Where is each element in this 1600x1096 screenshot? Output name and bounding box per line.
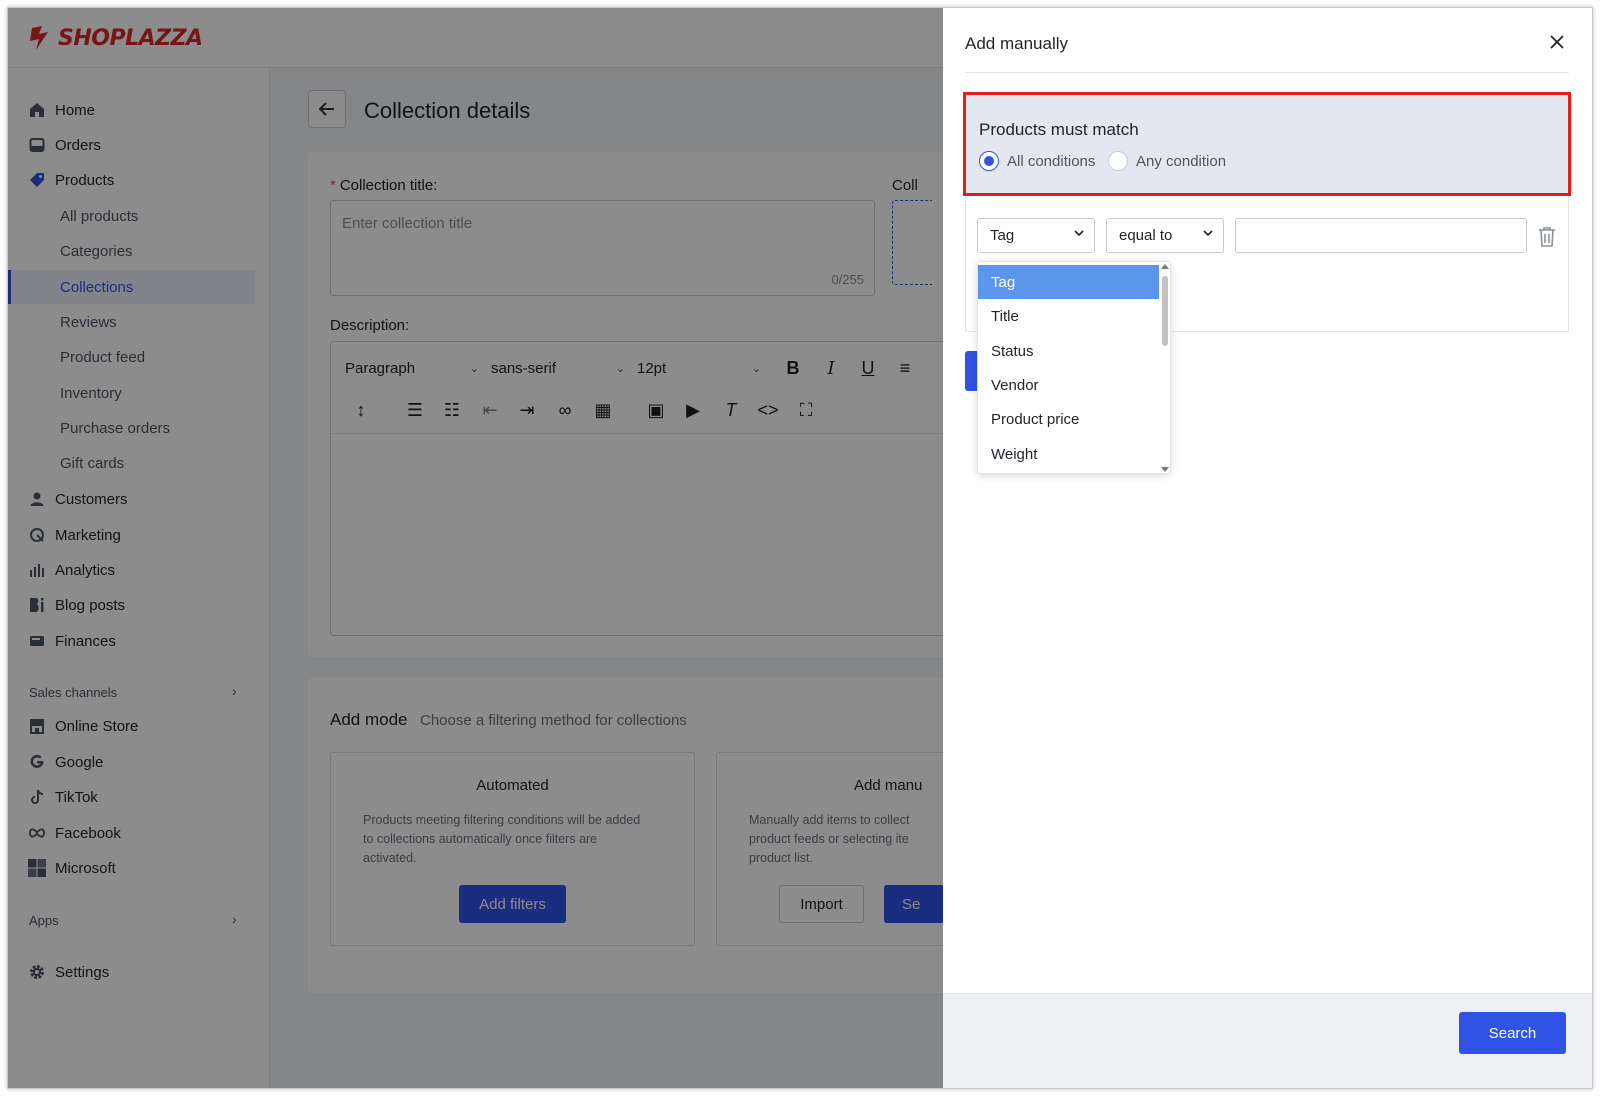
scroll-down-icon[interactable] [1161, 467, 1169, 472]
dropdown-option-status[interactable]: Status [978, 334, 1159, 368]
trash-icon[interactable] [1537, 226, 1557, 248]
radio-all-conditions[interactable]: All conditions [979, 151, 1095, 171]
dropdown-option-title[interactable]: Title [978, 299, 1159, 333]
radio-checked-icon [979, 151, 999, 171]
dropdown-option-tag[interactable]: Tag [978, 265, 1159, 299]
match-title: Products must match [979, 120, 1139, 139]
add-condition-button[interactable] [965, 351, 977, 391]
chevron-down-icon [1074, 230, 1084, 237]
operator-select-value: equal to [1119, 227, 1173, 244]
chevron-down-icon [1203, 230, 1213, 237]
add-manually-drawer: Add manually Products must match All con… [943, 8, 1592, 1088]
radio-any-label: Any condition [1136, 152, 1227, 170]
dropdown-option-product-price[interactable]: Product price [978, 402, 1159, 436]
dropdown-scrollbar[interactable] [1159, 262, 1170, 473]
operator-select[interactable]: equal to [1106, 218, 1224, 253]
field-select-value: Tag [990, 227, 1015, 244]
match-conditions-panel: Products must match All conditions Any c… [963, 92, 1571, 196]
drawer-title: Add manually [965, 34, 1069, 53]
field-dropdown-menu: Tag Title Status Vendor Product price We… [977, 261, 1171, 474]
scrollbar-thumb[interactable] [1162, 276, 1168, 346]
close-icon[interactable] [1545, 30, 1569, 54]
field-select[interactable]: Tag [977, 218, 1095, 253]
condition-value-input[interactable] [1235, 218, 1527, 253]
drawer-footer: Search [943, 993, 1592, 1088]
radio-any-condition[interactable]: Any condition [1108, 151, 1226, 171]
radio-all-label: All conditions [1007, 152, 1096, 170]
radio-unchecked-icon [1108, 151, 1128, 171]
modal-overlay[interactable] [8, 8, 943, 1088]
dropdown-option-vendor[interactable]: Vendor [978, 368, 1159, 402]
search-button[interactable]: Search [1459, 1012, 1566, 1054]
divider [965, 72, 1569, 73]
scroll-up-icon[interactable] [1161, 264, 1169, 269]
dropdown-option-weight[interactable]: Weight [978, 437, 1159, 471]
app-window: SHOPLAZZA Home Orders Products All produ… [7, 7, 1593, 1089]
